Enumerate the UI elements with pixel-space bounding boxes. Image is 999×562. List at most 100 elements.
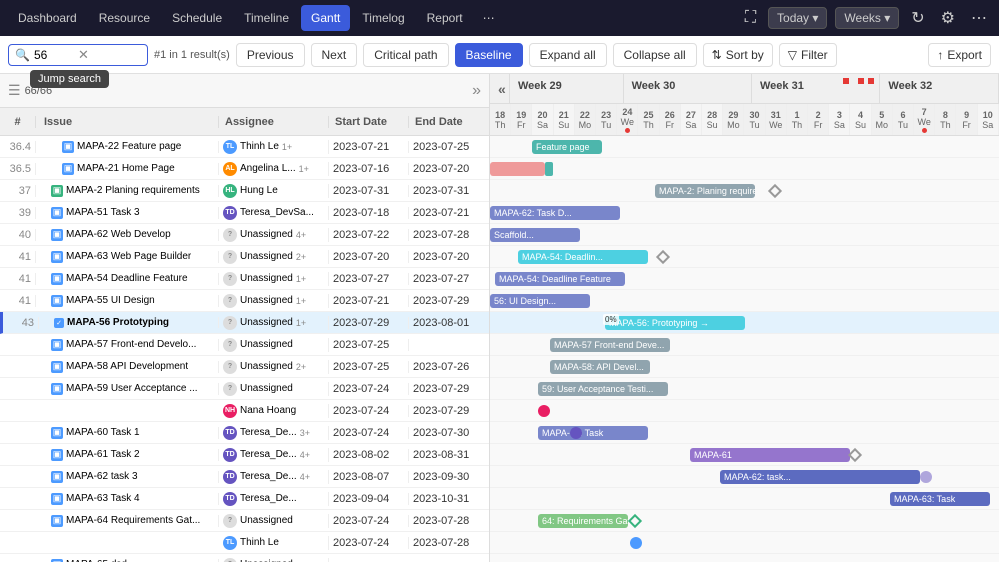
row-end: 2023-10-31 [409,493,489,505]
plus-badge: 4+ [300,472,310,482]
gantt-bar[interactable]: MAPA-61 [690,448,850,462]
table-row[interactable]: 40 ▣ MAPA-62 Web Develop ? Unassigned 4+… [0,224,489,246]
table-row[interactable]: ▣ MAPA-62 task 3 TD Teresa_De... 4+ 2023… [0,466,489,488]
sort-by-button[interactable]: ⇅ Sort by [703,43,773,67]
avatar: ? [223,514,237,528]
table-row[interactable]: ▣ MAPA-61 Task 2 TD Teresa_De... 4+ 2023… [0,444,489,466]
gantt-bar[interactable]: Scaffold... [490,228,580,242]
gantt-bar[interactable] [490,162,545,176]
gantt-day: 23Tu [596,104,617,136]
search-result-text: #1 in 1 result(s) [154,49,230,61]
table-row[interactable]: 36.5 ▣ MAPA-21 Home Page AL Angelina L..… [0,158,489,180]
gantt-bar[interactable]: MAPA-62: task... [720,470,920,484]
table-row[interactable]: NH Nana Hoang 2023-07-24 2023-07-29 [0,400,489,422]
avatar: TD [223,426,237,440]
issue-text: MAPA-62 task 3 [66,471,138,482]
nav-gantt[interactable]: Gantt [301,5,350,31]
gantt-row: MAPA-62: Task D... [490,202,999,224]
search-clear-icon[interactable]: ✕ [78,48,89,61]
baseline-button[interactable]: Baseline [455,43,523,67]
table-row[interactable]: 41 ▣ MAPA-55 UI Design ? Unassigned 1+ 2… [0,290,489,312]
row-assignee: HL Hung Le [219,184,329,198]
table-row[interactable]: ▣ MAPA-64 Requirements Gat... ? Unassign… [0,510,489,532]
gantt-bar[interactable]: Feature page [532,140,602,154]
table-row[interactable]: ▣ MAPA-58 API Development ? Unassigned 2… [0,356,489,378]
gantt-bar[interactable]: 59: User Acceptance Testi... [538,382,668,396]
gantt-bar[interactable]: MAPA-54: Deadline Feature [495,272,625,286]
search-icon: 🔍 [15,48,30,62]
table-row[interactable]: ▣ MAPA-65 dsd ? Unassigned [0,554,489,562]
assignee-name: Unassigned [240,229,293,240]
more-options-icon[interactable]: ⋯ [967,4,991,32]
jump-search-tooltip: Jump search [30,70,109,88]
avatar: TD [223,448,237,462]
gantt-day: 26Fr [660,104,681,136]
expand-panel-button[interactable]: » [472,82,481,100]
gantt-day: 30Tu [744,104,765,136]
assignee-name: Unassigned [240,317,293,328]
fullscreen-icon[interactable]: ⛶ [741,5,760,31]
gantt-row [490,158,999,180]
next-button[interactable]: Next [311,43,358,67]
row-issue: ▣ MAPA-22 Feature page [36,141,219,153]
export-button[interactable]: ↑ Export [928,43,991,67]
table-row[interactable]: 41 ▣ MAPA-63 Web Page Builder ? Unassign… [0,246,489,268]
nav-timelog[interactable]: Timelog [352,5,414,31]
row-assignee: TD Teresa_De... 3+ [219,426,329,440]
refresh-icon[interactable]: ↻ [907,4,928,32]
critical-path-button[interactable]: Critical path [363,43,448,67]
filter-button[interactable]: ▽ Filter [779,43,837,67]
row-issue: ▣ MAPA-55 UI Design [36,295,219,307]
table-row[interactable]: ▣ MAPA-63 Task 4 TD Teresa_De... 2023-09… [0,488,489,510]
expand-all-button[interactable]: Expand all [529,43,607,67]
nav-dashboard[interactable]: Dashboard [8,5,87,31]
gantt-bar[interactable]: 64: Requirements Gathering [538,514,628,528]
row-id: 41 [0,295,36,307]
left-panel: ☰ 66/66 » # Issue Assignee Start Date En… [0,74,490,562]
nav-timeline[interactable]: Timeline [234,5,299,31]
gantt-bar-selected[interactable]: MAPA-56: Prototyping → [605,316,745,330]
gantt-bar[interactable]: 56: UI Design... [490,294,590,308]
gantt-bar[interactable]: MAPA-2: Planing requirements [655,184,755,198]
table-row[interactable]: ▣ MAPA-57 Front-end Develo... ? Unassign… [0,334,489,356]
table-row[interactable]: TL Thinh Le 2023-07-24 2023-07-28 [0,532,489,554]
nav-report[interactable]: Report [417,5,473,31]
collapse-icon[interactable]: ☰ [8,82,21,99]
gantt-bar[interactable]: MAPA-63: Task [890,492,990,506]
table-row[interactable]: 37 ▣ MAPA-2 Planing requirements HL Hung… [0,180,489,202]
collapse-all-button[interactable]: Collapse all [613,43,697,67]
gantt-bar[interactable]: MAPA-58: API Devel... [550,360,650,374]
row-assignee: TL Thinh Le [219,536,329,550]
previous-button[interactable]: Previous [236,43,305,67]
assignee-name: Unassigned [240,295,293,306]
table-row[interactable]: ▣ MAPA-59 User Acceptance ... ? Unassign… [0,378,489,400]
assignee-name: Teresa_De... [240,427,297,438]
nav-more-button[interactable]: ⋯ [475,5,503,31]
row-start: 2023-09-04 [329,493,409,505]
gantt-row: MAPA-61 [490,444,999,466]
table-row[interactable]: ▣ MAPA-60 Task 1 TD Teresa_De... 3+ 2023… [0,422,489,444]
row-issue: ▣ MAPA-51 Task 3 [36,207,219,219]
gantt-bar[interactable]: MAPA-57 Front-end Deve... [550,338,670,352]
nav-schedule[interactable]: Schedule [162,5,232,31]
today-button[interactable]: Today ▾ [768,7,827,29]
table-row[interactable]: 39 ▣ MAPA-51 Task 3 TD Teresa_DevSa... 2… [0,202,489,224]
row-issue: ▣ MAPA-65 dsd [36,559,219,562]
issue-type-icon: ▣ [51,295,63,307]
weeks-button[interactable]: Weeks ▾ [835,7,899,29]
table-row[interactable]: 41 ▣ MAPA-54 Deadline Feature ? Unassign… [0,268,489,290]
table-row-selected[interactable]: 43 MAPA-56 Prototyping ? Unassigned 1+ 2… [0,312,489,334]
settings-icon[interactable]: ⚙ [937,4,959,32]
gantt-bar[interactable]: MAPA-60: Task [538,426,648,440]
assignee-name: Teresa_De... [240,471,297,482]
gantt-day: 5Mo [872,104,893,136]
search-input[interactable]: 56 [34,48,74,62]
gantt-bar[interactable]: MAPA-54: Deadlin... [518,250,648,264]
issue-text: MAPA-54 Deadline Feature [66,273,188,284]
nav-resource[interactable]: Resource [89,5,160,31]
gantt-row [490,400,999,422]
issue-type-icon: ▣ [51,273,63,285]
gantt-bar[interactable]: MAPA-62: Task D... [490,206,620,220]
table-row[interactable]: 36.4 ▣ MAPA-22 Feature page TL Thinh Le … [0,136,489,158]
row-end: 2023-07-29 [409,295,489,307]
